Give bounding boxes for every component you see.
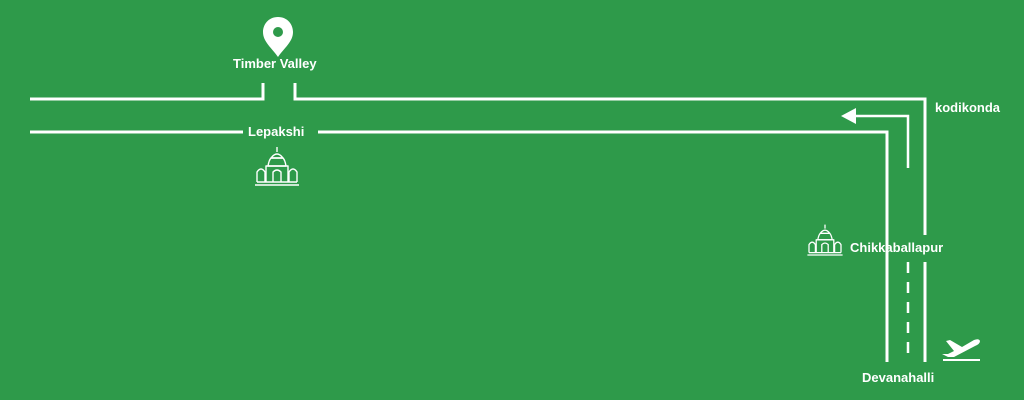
route-map: Timber Valley Lepakshi kodikonda Chikkab… <box>0 0 1024 400</box>
road-lower-right <box>318 130 889 362</box>
place-label-lepakshi: Lepakshi <box>248 124 305 139</box>
temple-icon <box>807 224 843 256</box>
location-pin-icon <box>263 17 293 57</box>
place-label-kodikonda: kodikonda <box>935 100 1001 115</box>
road-upper-right <box>293 83 927 235</box>
road-upper-left <box>30 83 265 101</box>
direction-arrow-head <box>841 108 856 124</box>
airplane-takeoff-icon <box>942 339 980 361</box>
temple-icon <box>255 147 299 186</box>
place-label-devanahalli: Devanahalli <box>862 370 935 385</box>
map-canvas <box>30 17 980 362</box>
direction-arrow-line <box>852 114 910 168</box>
place-label-chikkaballapur: Chikkaballapur <box>850 240 944 255</box>
place-label-timber-valley: Timber Valley <box>233 56 317 71</box>
